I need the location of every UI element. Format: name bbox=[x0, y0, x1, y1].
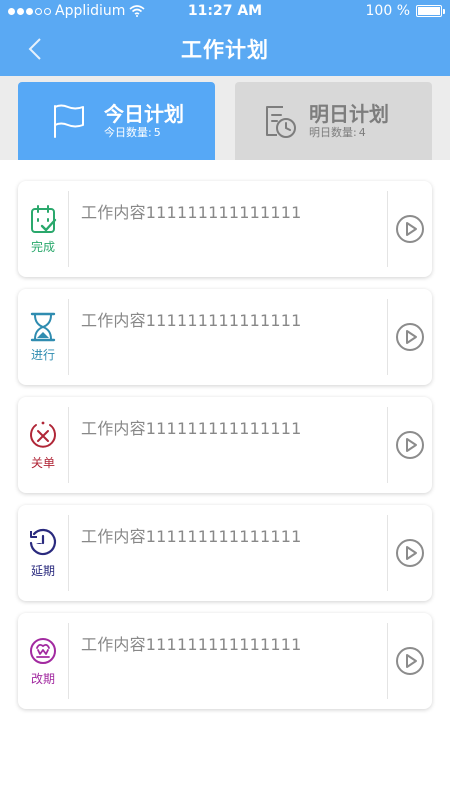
status-bar: Applidium 11:27 AM 100 % bbox=[0, 0, 450, 22]
task-content: 工作内容111111111111111 bbox=[81, 311, 302, 330]
back-button[interactable] bbox=[22, 36, 48, 62]
tab-today-label: 今日计划 bbox=[104, 102, 184, 126]
signal-icon bbox=[8, 7, 51, 15]
task-status: 完成 bbox=[18, 181, 68, 277]
today-count: 5 bbox=[153, 126, 161, 139]
play-button[interactable] bbox=[388, 289, 432, 385]
tab-today-plan[interactable]: 今日计划 今日数量: 5 bbox=[18, 82, 215, 160]
play-icon bbox=[396, 215, 424, 243]
task-card[interactable]: 进行 工作内容111111111111111 bbox=[18, 289, 432, 385]
page-title: 工作计划 bbox=[181, 38, 269, 62]
task-status: 延期 bbox=[18, 505, 68, 601]
task-content: 工作内容111111111111111 bbox=[81, 635, 302, 654]
task-status-label: 完成 bbox=[30, 239, 55, 254]
play-button[interactable] bbox=[388, 181, 432, 277]
task-status-label: 改期 bbox=[30, 671, 55, 686]
hourglass-icon bbox=[30, 312, 56, 341]
play-icon bbox=[396, 431, 424, 459]
task-card[interactable]: 延期 工作内容111111111111111 bbox=[18, 505, 432, 601]
task-content: 工作内容111111111111111 bbox=[81, 419, 302, 438]
task-card[interactable]: 关单 工作内容111111111111111 bbox=[18, 397, 432, 493]
flag-icon bbox=[54, 104, 84, 138]
play-icon bbox=[396, 323, 424, 351]
task-card[interactable]: 完成 工作内容111111111111111 bbox=[18, 181, 432, 277]
task-status: 关单 bbox=[18, 397, 68, 493]
reschedule-icon bbox=[30, 637, 56, 664]
play-icon bbox=[396, 539, 424, 567]
task-status-label: 关单 bbox=[30, 455, 55, 470]
tomorrow-count-label: 明日数量: bbox=[309, 126, 357, 139]
task-status: 进行 bbox=[18, 289, 68, 385]
tab-tomorrow-label: 明日计划 bbox=[309, 102, 389, 126]
clipboard-check-icon bbox=[31, 204, 57, 233]
chevron-left-icon bbox=[28, 38, 41, 60]
task-list: 完成 工作内容111111111111111 进行 工作内容1111111111… bbox=[18, 181, 432, 721]
task-card[interactable]: 改期 工作内容111111111111111 bbox=[18, 613, 432, 709]
task-content: 工作内容111111111111111 bbox=[81, 203, 302, 222]
play-button[interactable] bbox=[388, 397, 432, 493]
close-circle-icon bbox=[30, 421, 56, 448]
task-content: 工作内容111111111111111 bbox=[81, 527, 302, 546]
play-button[interactable] bbox=[388, 505, 432, 601]
wifi-icon bbox=[129, 5, 145, 17]
play-button[interactable] bbox=[388, 613, 432, 709]
tab-tomorrow-plan[interactable]: 明日计划 明日数量: 4 bbox=[235, 82, 432, 160]
nav-bar: 工作计划 bbox=[0, 22, 450, 76]
today-count-label: 今日数量: bbox=[104, 126, 152, 139]
tomorrow-count: 4 bbox=[358, 126, 366, 139]
task-status-label: 延期 bbox=[30, 563, 55, 578]
task-status-label: 进行 bbox=[30, 347, 55, 362]
clock-icon bbox=[29, 528, 57, 555]
calendar-clock-icon bbox=[266, 106, 296, 138]
battery-icon bbox=[416, 5, 445, 17]
task-status: 改期 bbox=[18, 613, 68, 709]
play-icon bbox=[396, 647, 424, 675]
carrier-name: Applidium bbox=[55, 3, 126, 19]
tab-bar: 今日计划 今日数量: 5 明日计划 明日数量: 4 bbox=[0, 76, 450, 160]
battery-percent: 100 % bbox=[365, 3, 410, 19]
